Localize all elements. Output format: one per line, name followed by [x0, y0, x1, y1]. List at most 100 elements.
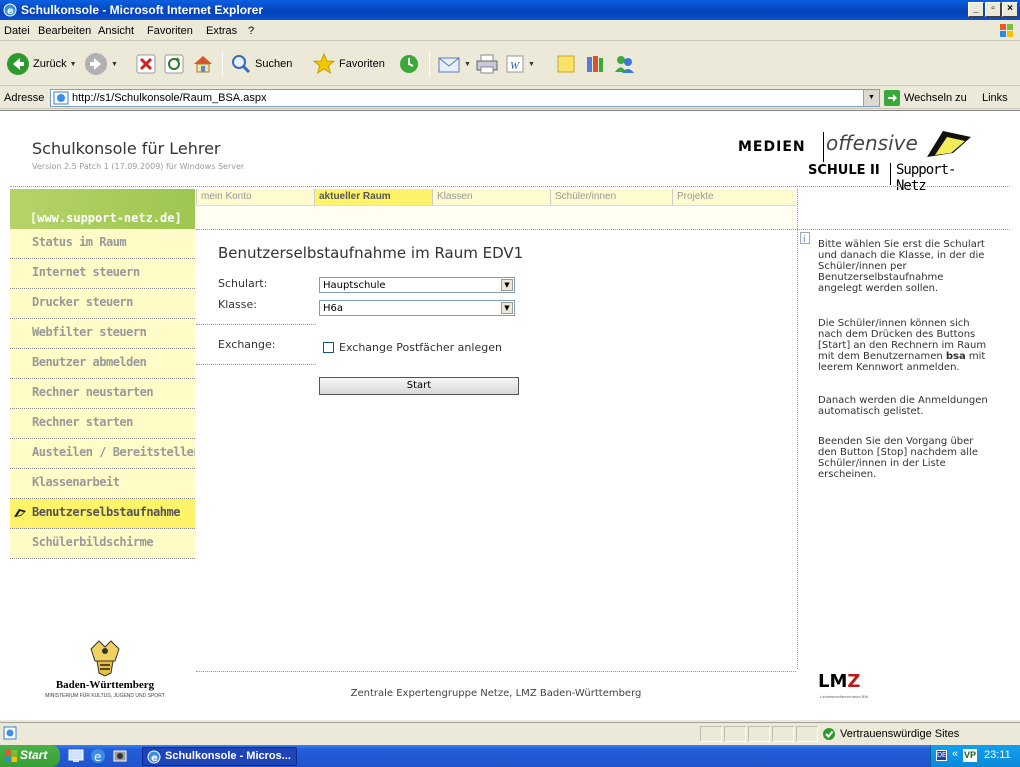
home-button[interactable]	[191, 50, 215, 78]
page-viewport: Schulkonsole für Lehrer Version 2.5 Patc…	[0, 110, 1020, 720]
sidebar-item-status[interactable]: Status im Raum	[10, 229, 195, 259]
chevron-down-icon: ▼	[528, 60, 535, 68]
search-button[interactable]: Suchen	[230, 50, 292, 78]
mail-icon	[438, 57, 460, 73]
minimize-button[interactable]: _	[968, 2, 984, 17]
sidebar-item-schuelerbildschirme[interactable]: Schülerbildschirme	[10, 529, 195, 559]
status-bar: Vertrauenswürdige Sites	[0, 722, 1020, 744]
research-button[interactable]	[584, 50, 606, 78]
exchange-checkbox[interactable]	[323, 342, 334, 353]
back-button[interactable]: Zurück ▼	[6, 50, 77, 78]
mail-button[interactable]: ▼	[437, 50, 471, 78]
sidebar-item-austeilen[interactable]: Austeilen / Bereitstellen	[10, 439, 195, 469]
taskbar-item-schulkonsole[interactable]: e Schulkonsole - Micros...	[142, 747, 297, 766]
svg-text:e: e	[94, 750, 101, 764]
svg-text:W: W	[510, 60, 520, 72]
lmz-subtitle: Landesmedienzentrum BW	[820, 694, 869, 699]
help-text-2: Die Schüler/innen können sich nach dem D…	[818, 318, 987, 373]
forward-button[interactable]: ▼	[84, 50, 118, 78]
content-title: Benutzerselbstaufnahme im Raum EDV1	[218, 244, 524, 262]
vp-tray-icon[interactable]: VP	[963, 749, 977, 762]
edit-button[interactable]: W ▼	[505, 50, 535, 78]
brand-shape-icon	[927, 131, 971, 157]
stop-button[interactable]	[135, 50, 157, 78]
exchange-checkbox-label[interactable]: Exchange Postfächer anlegen	[339, 341, 502, 354]
help-text-4: Beenden Sie den Vorgang über den Button …	[818, 436, 978, 480]
svg-text:i: i	[803, 235, 806, 244]
forward-arrow-icon	[85, 53, 107, 75]
chevron-down-icon: ▼	[501, 302, 513, 314]
menu-datei[interactable]: Datei	[4, 25, 30, 37]
history-button[interactable]	[398, 50, 420, 78]
windows-flag-icon	[5, 750, 17, 762]
favorites-button[interactable]: Favoriten	[312, 50, 385, 78]
messenger-button[interactable]	[612, 50, 636, 78]
sidebar-item-benutzerselbstaufnahme[interactable]: Benutzerselbstaufnahme	[10, 499, 195, 529]
start-button-taskbar[interactable]: Start	[0, 745, 60, 767]
sidebar-item-rechner-neustarten[interactable]: Rechner neustarten	[10, 379, 195, 409]
word-icon: W	[506, 55, 524, 73]
back-arrow-icon	[7, 53, 29, 75]
maximize-button[interactable]: ▫	[985, 2, 1001, 17]
go-arrow-icon	[884, 90, 900, 106]
schulart-select[interactable]: Hauptschule ▼	[319, 277, 515, 293]
menu-help[interactable]: ?	[248, 25, 254, 37]
menu-ansicht[interactable]: Ansicht	[98, 25, 134, 37]
tab-projekte[interactable]: Projekte	[672, 189, 796, 206]
sidebar-item-benutzer-abmelden[interactable]: Benutzer abmelden	[10, 349, 195, 379]
svg-text:e: e	[151, 753, 158, 764]
chevron-down-icon: ▼	[69, 60, 77, 68]
tab-schueler[interactable]: Schüler/innen	[550, 189, 672, 206]
page-title: Schulkonsole für Lehrer	[32, 139, 221, 158]
page-status-icon	[3, 726, 17, 740]
baden-wuerttemberg-logo: Baden-Württemberg MINISTERIUM FÜR KULTUS…	[30, 639, 180, 704]
printer-icon	[476, 54, 498, 74]
site-badge[interactable]: [www.support-netz.de]	[10, 189, 195, 229]
search-icon	[232, 55, 251, 74]
sidebar-item-internet[interactable]: Internet steuern	[10, 259, 195, 289]
sidebar-item-webfilter[interactable]: Webfilter steuern	[10, 319, 195, 349]
menu-favoriten[interactable]: Favoriten	[147, 25, 193, 37]
help-text-1: Bitte wählen Sie erst die Schulart und d…	[818, 239, 985, 294]
coat-of-arms-icon	[90, 640, 120, 677]
ie-quicklaunch-icon[interactable]: e	[90, 748, 106, 764]
security-zone: Vertrauenswürdige Sites	[822, 727, 959, 741]
footer-text: Zentrale Expertengruppe Netze, LMZ Baden…	[350, 688, 642, 699]
start-button[interactable]: Start	[319, 377, 519, 395]
tab-mein-konto[interactable]: mein Konto	[196, 189, 314, 206]
window-title-bar[interactable]: e Schulkonsole - Microsoft Internet Expl…	[0, 0, 1020, 20]
note-icon	[557, 55, 575, 73]
stop-icon	[136, 54, 156, 74]
ie-icon: e	[147, 750, 161, 764]
tray-expand-icon[interactable]: «	[952, 748, 958, 760]
links-button[interactable]: Links	[982, 92, 1008, 104]
address-input[interactable]: http://s1/Schulkonsole/Raum_BSA.aspx ▼	[50, 89, 880, 107]
sidebar-item-drucker[interactable]: Drucker steuern	[10, 289, 195, 319]
close-button[interactable]: ×	[1002, 2, 1018, 17]
note-button[interactable]	[555, 50, 577, 78]
tab-klassen[interactable]: Klassen	[432, 189, 550, 206]
print-button[interactable]	[475, 50, 499, 78]
window-title: Schulkonsole - Microsoft Internet Explor…	[21, 3, 264, 17]
system-tray: DE « VP 23:11	[930, 745, 1020, 767]
go-button[interactable]: Wechseln zu	[884, 90, 967, 106]
klasse-label: Klasse:	[218, 298, 257, 311]
media-quicklaunch-icon[interactable]	[112, 748, 128, 764]
chevron-down-icon: ▼	[501, 279, 513, 291]
menu-bearbeiten[interactable]: Bearbeiten	[38, 25, 91, 37]
language-indicator[interactable]: DE	[936, 750, 947, 761]
tab-aktueller-raum[interactable]: aktueller Raum	[314, 189, 432, 206]
help-panel: i Bitte wählen Sie erst die Schulart und…	[797, 229, 1010, 669]
active-marker-icon	[14, 509, 26, 517]
menu-extras[interactable]: Extras	[206, 25, 237, 37]
medienoffensive-logo: MEDIEN offensive SCHULE II Support-Netz	[738, 129, 978, 194]
page-icon	[53, 91, 69, 105]
refresh-button[interactable]	[163, 50, 185, 78]
sidebar-item-klassenarbeit[interactable]: Klassenarbeit	[10, 469, 195, 499]
klasse-select[interactable]: H6a ▼	[319, 300, 515, 316]
sidebar-item-rechner-starten[interactable]: Rechner starten	[10, 409, 195, 439]
page-footer: Zentrale Expertengruppe Netze, LMZ Baden…	[196, 671, 796, 701]
desktop-icon[interactable]	[68, 748, 84, 764]
messenger-icon	[615, 56, 634, 73]
chevron-down-icon[interactable]: ▼	[863, 90, 879, 106]
